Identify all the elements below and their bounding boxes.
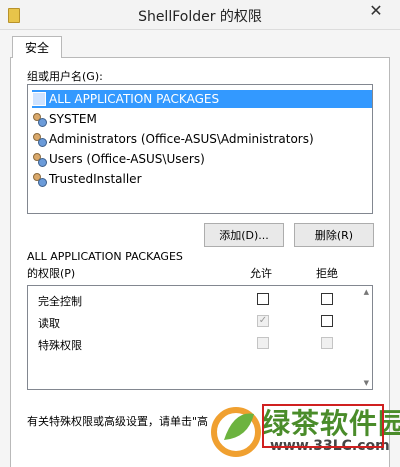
permission-row-full-control: 完全控制	[38, 295, 82, 308]
permissions-principal: ALL APPLICATION PACKAGES	[27, 250, 183, 263]
list-item-label: ALL APPLICATION PACKAGES	[49, 92, 220, 106]
check-icon: ✓	[258, 315, 268, 326]
scroll-up-icon[interactable]: ▲	[364, 288, 369, 296]
full-control-allow-checkbox[interactable]	[257, 293, 269, 305]
users-icon	[32, 172, 47, 187]
remove-button[interactable]: 删除(R)	[294, 223, 374, 247]
list-item[interactable]: SYSTEM	[32, 110, 101, 128]
groups-label: 组或用户名(G):	[27, 70, 103, 83]
title-bar: ShellFolder 的权限 ✕	[0, 0, 400, 30]
group-user-list[interactable]: ALL APPLICATION PACKAGES SYSTEM Administ…	[27, 84, 373, 214]
list-item-label: SYSTEM	[49, 112, 97, 126]
full-control-deny-checkbox[interactable]	[321, 293, 333, 305]
list-item-label: TrustedInstaller	[49, 172, 142, 186]
highlight-box	[262, 404, 384, 448]
window-title: ShellFolder 的权限	[138, 9, 262, 25]
special-allow-checkbox	[257, 337, 269, 349]
leaf-logo-icon	[211, 407, 261, 457]
special-deny-checkbox	[321, 337, 333, 349]
close-button[interactable]: ✕	[358, 0, 394, 20]
scroll-down-icon[interactable]: ▼	[364, 379, 369, 387]
users-icon	[32, 112, 47, 127]
deny-column-header: 拒绝	[316, 267, 338, 280]
list-item[interactable]: Administrators (Office-ASUS\Administrato…	[32, 130, 318, 148]
package-icon	[32, 92, 46, 106]
list-item[interactable]: TrustedInstaller	[32, 170, 146, 188]
permission-row-special: 特殊权限	[38, 339, 82, 352]
permissions-label: 的权限(P)	[27, 267, 76, 280]
advanced-hint-text: 有关特殊权限或高级设置，请单击"高	[27, 415, 209, 428]
permission-row-read: 读取	[38, 317, 60, 330]
permissions-list[interactable]: ▲ ▼ 完全控制 读取 ✓ 特殊权限	[27, 285, 373, 390]
allow-column-header: 允许	[250, 267, 272, 280]
list-item-label: Administrators (Office-ASUS\Administrato…	[49, 132, 314, 146]
list-item[interactable]: ALL APPLICATION PACKAGES	[32, 90, 372, 108]
read-deny-checkbox[interactable]	[321, 315, 333, 327]
add-button[interactable]: 添加(D)...	[204, 223, 284, 247]
list-item-label: Users (Office-ASUS\Users)	[49, 152, 205, 166]
tab-security[interactable]: 安全	[12, 36, 62, 58]
users-icon	[32, 152, 47, 167]
users-icon	[32, 132, 47, 147]
list-item[interactable]: Users (Office-ASUS\Users)	[32, 150, 209, 168]
read-allow-checkbox: ✓	[257, 315, 269, 327]
